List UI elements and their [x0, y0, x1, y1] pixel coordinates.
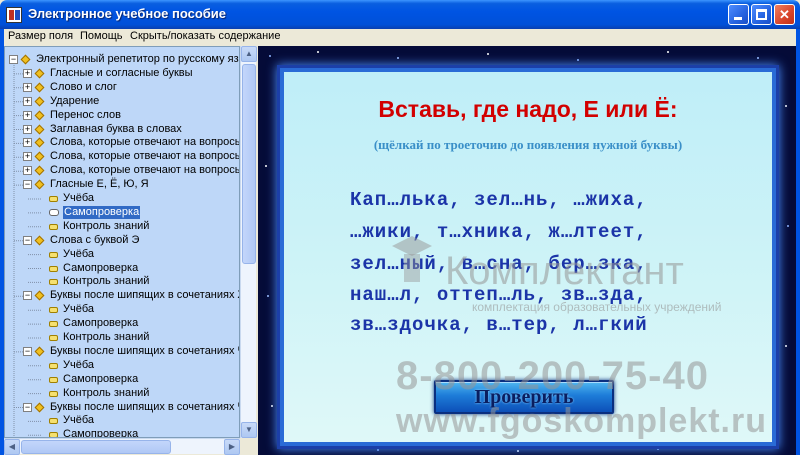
tree-horizontal-scrollbar[interactable]: ◀ ▶	[4, 438, 240, 455]
tree-item-label: Перенос слов	[50, 108, 122, 121]
lesson-icon	[49, 335, 58, 341]
collapse-icon[interactable]: −	[9, 55, 18, 64]
exercise-words-line[interactable]: Кап…лька, зел…нь, …жиха,	[350, 189, 648, 211]
expand-icon[interactable]: +	[23, 96, 32, 106]
window-title: Электронное учебное пособие	[28, 6, 227, 21]
title-bar[interactable]: Электронное учебное пособие ✕	[0, 0, 800, 29]
tree-item-label: Буквы после шипящих в сочетаниях ЖИ,	[50, 289, 240, 302]
scroll-right-button[interactable]: ▶	[224, 439, 240, 455]
collapse-icon[interactable]: −	[23, 402, 32, 412]
expand-icon[interactable]: +	[23, 152, 32, 162]
tree-item-label: Самопроверка	[63, 205, 141, 219]
tree-item-label: Слова, которые отвечают на вопросы КА	[50, 150, 240, 163]
scroll-up-button[interactable]: ▲	[241, 46, 257, 62]
tree-item-label: Самопроверка	[63, 428, 139, 438]
minimize-icon	[734, 17, 742, 20]
lesson-icon	[49, 223, 58, 230]
lesson-icon	[49, 321, 58, 328]
exercise-instruction: (щёлкай по троеточию до появления нужной…	[373, 137, 683, 152]
tree-item-label: Самопроверка	[63, 372, 139, 385]
tree-item-label: Контроль знаний	[63, 331, 150, 343]
exercise-words-line[interactable]: зел…ный, в…сна, бер…зка,	[350, 253, 648, 275]
close-button[interactable]: ✕	[774, 4, 795, 25]
tree-item-label: Электронный репетитор по русскому языку	[36, 53, 240, 65]
tree-item-label: Гласные и согласные буквы	[50, 66, 193, 79]
tree-item-label: Гласные Е, Ё, Ю, Я	[50, 178, 149, 191]
scroll-down-button[interactable]: ▼	[241, 422, 257, 438]
expand-icon[interactable]: +	[23, 166, 32, 176]
open-book-icon	[49, 208, 59, 216]
tree-item-label: Буквы после шипящих в сочетаниях ЧУ,	[50, 400, 240, 413]
close-icon: ✕	[779, 7, 790, 22]
tree-item-label: Учёба	[63, 247, 95, 260]
lesson-icon	[49, 307, 58, 314]
exercise-words-line[interactable]: наш…л, оттеп…ль, зв…зда,	[350, 284, 648, 306]
tree-item-label: Слова, которые отвечают на вопросы КТ	[50, 136, 240, 149]
menu-bar: Размер поля Помощь Скрыть/показать содер…	[0, 29, 800, 45]
collapse-icon[interactable]: −	[23, 235, 32, 245]
menu-toggle-contents[interactable]: Скрыть/показать содержание	[130, 30, 280, 42]
tree-item-label: Учёба	[63, 303, 95, 316]
scroll-left-button[interactable]: ◀	[4, 439, 20, 455]
minimize-button[interactable]	[728, 4, 749, 25]
tree-item-label: Буквы после шипящих в сочетаниях ЧА,	[50, 344, 240, 357]
exercise-area: Вставь, где надо, Е или Ё: (щёлкай по тр…	[258, 46, 796, 455]
collapse-icon[interactable]: −	[23, 180, 32, 190]
menu-field-size[interactable]: Размер поля	[8, 30, 73, 42]
contents-tree[interactable]: − Электронный репетитор по русскому языку…	[4, 46, 240, 438]
tree-item-label: Контроль знаний	[63, 386, 150, 399]
expand-icon[interactable]: +	[23, 110, 32, 120]
collapse-icon[interactable]: −	[23, 291, 32, 301]
menu-help[interactable]: Помощь	[80, 30, 123, 42]
maximize-button[interactable]	[751, 4, 772, 25]
tree-item-label: Ударение	[50, 94, 100, 107]
lesson-icon	[49, 251, 58, 258]
lesson-icon	[49, 376, 58, 383]
tree-item-label: Слова, которые отвечают на вопросы ЧТ	[50, 164, 240, 177]
tree-item-label: Учёба	[63, 414, 95, 427]
lesson-icon	[49, 390, 58, 397]
check-button[interactable]: Проверить	[434, 380, 614, 414]
tree-item-label: Контроль знаний	[63, 219, 150, 232]
lesson-icon	[49, 196, 58, 202]
expand-icon[interactable]: +	[23, 138, 32, 148]
expand-icon[interactable]: +	[23, 68, 32, 78]
lesson-icon	[49, 279, 58, 286]
expand-icon[interactable]: +	[23, 124, 32, 134]
tree-item-label: Слово и слог	[50, 80, 117, 93]
tree-vertical-scroll-thumb[interactable]	[242, 64, 256, 264]
app-icon[interactable]	[6, 7, 22, 23]
tree-item-label: Слова с буквой Э	[50, 233, 140, 246]
lesson-icon	[49, 265, 58, 272]
exercise-words-line[interactable]: зв…здочка, в…тер, л…гкий	[350, 314, 648, 336]
window-frame-right	[796, 45, 800, 455]
lesson-icon	[49, 362, 58, 369]
exercise-words-line[interactable]: …жики, т…хника, ж…лтеет,	[350, 221, 648, 243]
tree-item-label: Самопроверка	[63, 261, 139, 274]
lesson-icon	[49, 418, 58, 425]
tree-vertical-scrollbar[interactable]: ▲ ▼	[240, 46, 257, 438]
tree-item-label: Самопроверка	[63, 317, 139, 330]
tree-item-label: Учёба	[63, 358, 95, 371]
tree-item-label: Заглавная буква в словах	[50, 122, 182, 135]
tree-item-label: Контроль знаний	[63, 275, 150, 288]
tree-item-label: Учёба	[63, 192, 95, 204]
exercise-card: Вставь, где надо, Е или Ё: (щёлкай по тр…	[280, 68, 776, 446]
collapse-icon[interactable]: −	[23, 346, 32, 356]
exercise-title: Вставь, где надо, Е или Ё:	[378, 96, 678, 122]
expand-icon[interactable]: +	[23, 82, 32, 92]
maximize-icon	[756, 9, 767, 20]
tree-horizontal-scroll-thumb[interactable]	[21, 440, 171, 454]
